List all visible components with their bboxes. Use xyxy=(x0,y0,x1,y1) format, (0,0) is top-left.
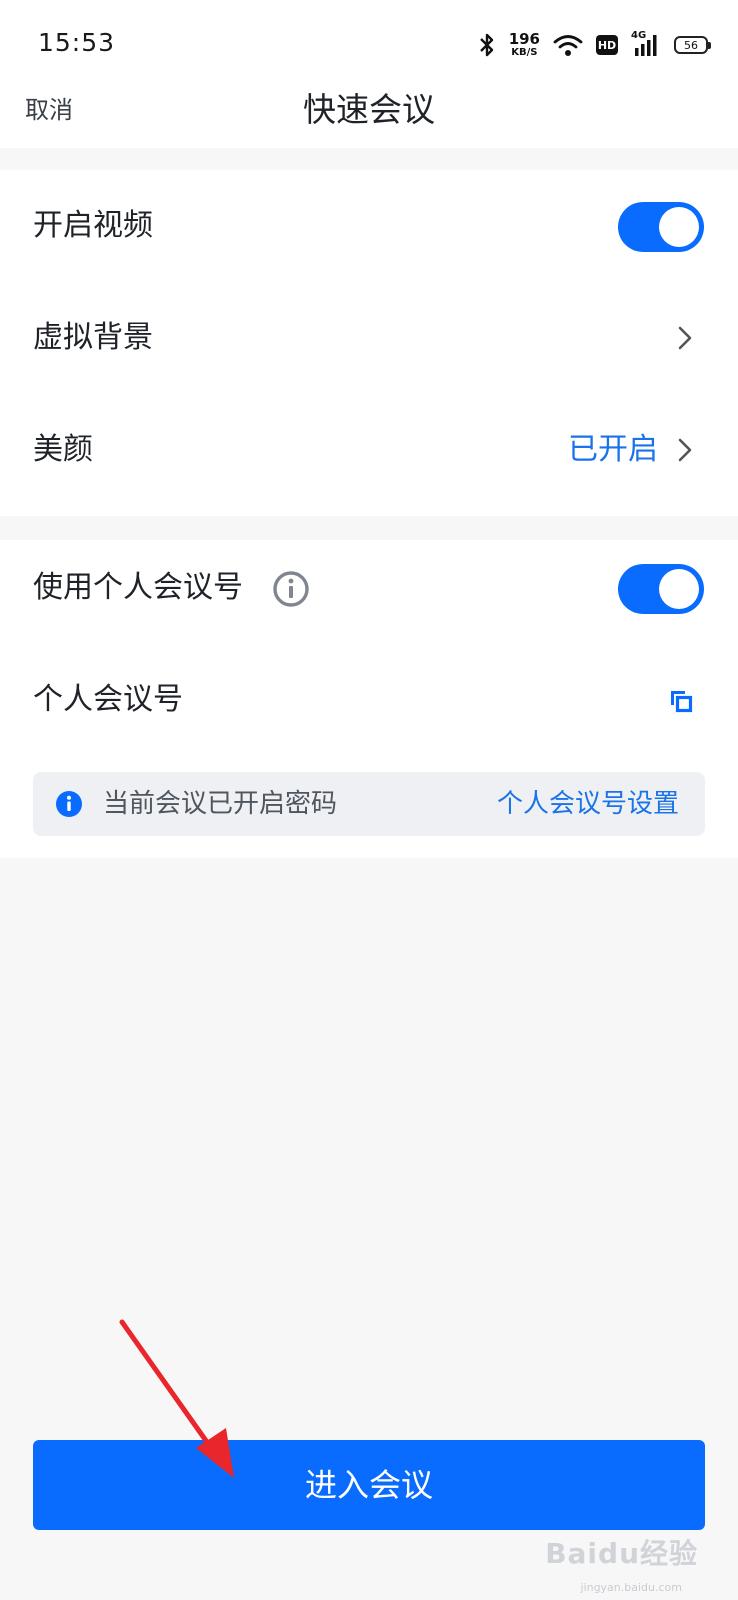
beauty-label: 美颜 xyxy=(33,432,93,467)
hd-badge: HD xyxy=(596,35,618,55)
bluetooth-icon xyxy=(479,33,493,57)
signal-icon: 4G xyxy=(631,30,661,58)
info-icon[interactable] xyxy=(272,570,310,608)
personal-meeting-id-toggle-label: 使用个人会议号 xyxy=(33,570,243,605)
battery-icon: 56 xyxy=(674,36,711,54)
chevron-right-icon xyxy=(678,326,692,350)
page-title: 快速会议 xyxy=(303,90,435,129)
personal-meeting-id-row: 个人会议号 xyxy=(0,660,738,740)
video-row: 开启视频 xyxy=(0,186,738,266)
wifi-icon xyxy=(553,35,583,56)
password-notice: 当前会议已开启密码 个人会议号设置 xyxy=(33,772,705,836)
personal-meeting-id-toggle-row: 使用个人会议号 xyxy=(0,548,738,628)
toggle-knob xyxy=(659,207,699,247)
beauty-status: 已开启 xyxy=(568,432,658,467)
header: 取消 快速会议 xyxy=(0,88,738,148)
network-speed-value: 196 xyxy=(508,30,540,48)
status-bar: 15:53 196 KB/S HD 4G 56 xyxy=(0,0,738,88)
network-speed-unit: KB/S xyxy=(511,47,538,58)
personal-meeting-id-label: 个人会议号 xyxy=(33,682,183,717)
status-time: 15:53 xyxy=(38,28,116,57)
watermark: Baidu经验 xyxy=(545,1537,698,1570)
personal-meeting-id-toggle[interactable] xyxy=(618,564,704,614)
personal-meeting-card: 使用个人会议号 个人会议号 当前会议已开启密码 个人会议号设置 xyxy=(0,540,738,858)
status-icons: 196 KB/S HD 4G 56 xyxy=(478,28,711,62)
notice-text: 当前会议已开启密码 xyxy=(103,789,338,819)
virtual-background-label: 虚拟背景 xyxy=(33,320,153,355)
video-settings-card: 开启视频 虚拟背景 美颜 已开启 xyxy=(0,170,738,516)
watermark-url: jingyan.baidu.com xyxy=(580,1581,682,1594)
toggle-knob xyxy=(659,569,699,609)
video-label: 开启视频 xyxy=(33,208,153,243)
copy-icon[interactable] xyxy=(668,688,694,714)
virtual-background-row[interactable]: 虚拟背景 xyxy=(0,298,738,378)
info-filled-icon xyxy=(56,791,82,817)
video-toggle[interactable] xyxy=(618,202,704,252)
personal-meeting-id-settings-link[interactable]: 个人会议号设置 xyxy=(497,772,679,836)
chevron-right-icon xyxy=(678,438,692,462)
beauty-row[interactable]: 美颜 已开启 xyxy=(0,410,738,490)
network-speed: 196 KB/S xyxy=(509,32,540,58)
arrow-annotation-icon xyxy=(119,1319,234,1478)
